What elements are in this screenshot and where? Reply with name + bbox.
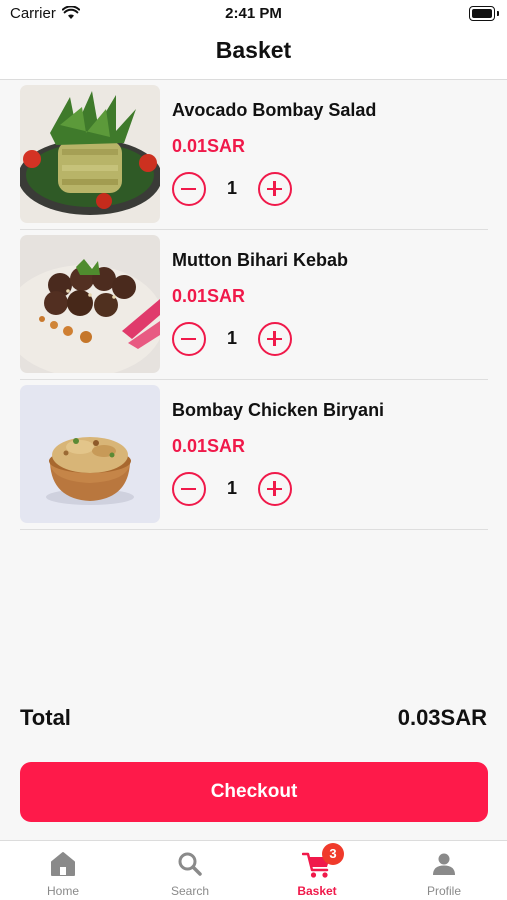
status-bar: Carrier 2:41 PM [0,0,507,28]
biryani-photo [20,385,160,523]
tab-home-label: Home [46,884,79,898]
kebab-photo [20,235,160,373]
item-price: 0.01SAR [172,136,246,156]
total-row: Total 0.03SAR [20,705,487,735]
tab-profile[interactable]: Profile [381,841,507,900]
total-value: 0.03SAR [397,705,487,730]
person-icon [431,851,457,882]
basket-item: Bombay Chicken Biryani 0.01SAR 1 [20,380,488,530]
decrease-quantity-button[interactable] [172,322,206,356]
tab-search[interactable]: Search [127,841,253,900]
tab-home[interactable]: Home [0,841,126,900]
tab-search-label: Search [170,884,210,898]
home-icon [50,851,76,882]
quantity-value: 1 [226,328,237,348]
basket-item: Avocado Bombay Salad 0.01SAR 1 [20,80,488,230]
page-title: Basket [215,37,292,63]
status-time: 2:41 PM [225,5,282,22]
total-label: Total [20,705,71,730]
tab-basket-label: Basket [297,884,337,898]
quantity-stepper: 1 [172,322,294,356]
salad-photo [20,85,160,223]
increase-quantity-button[interactable] [258,172,292,206]
increase-quantity-button[interactable] [258,472,292,506]
battery-icon [469,6,499,21]
quantity-stepper: 1 [172,172,294,206]
quantity-stepper: 1 [172,472,294,506]
search-icon [177,851,203,882]
decrease-quantity-button[interactable] [172,172,206,206]
item-name: Bombay Chicken Biryani [172,400,385,420]
navigation-bar: Basket [0,28,507,80]
increase-quantity-button[interactable] [258,322,292,356]
decrease-quantity-button[interactable] [172,472,206,506]
basket-count-badge: 3 [322,843,344,865]
item-name: Mutton Bihari Kebab [172,250,348,270]
item-price: 0.01SAR [172,286,246,306]
basket-screen: Carrier 2:41 PM Basket Avocado Bombay Sa… [0,0,507,900]
basket-item: Mutton Bihari Kebab 0.01SAR 1 [20,230,488,380]
quantity-value: 1 [226,178,237,198]
checkout-button[interactable]: Checkout [20,762,488,822]
tab-basket[interactable]: Basket [254,841,380,900]
tab-bar: Home Search Basket Profile [0,840,507,900]
tab-profile-label: Profile [426,884,461,898]
item-price: 0.01SAR [172,436,246,456]
basket-item-list: Avocado Bombay Salad 0.01SAR 1 Mutton Bi… [20,80,488,530]
item-name: Avocado Bombay Salad [172,100,377,120]
quantity-value: 1 [226,478,237,498]
